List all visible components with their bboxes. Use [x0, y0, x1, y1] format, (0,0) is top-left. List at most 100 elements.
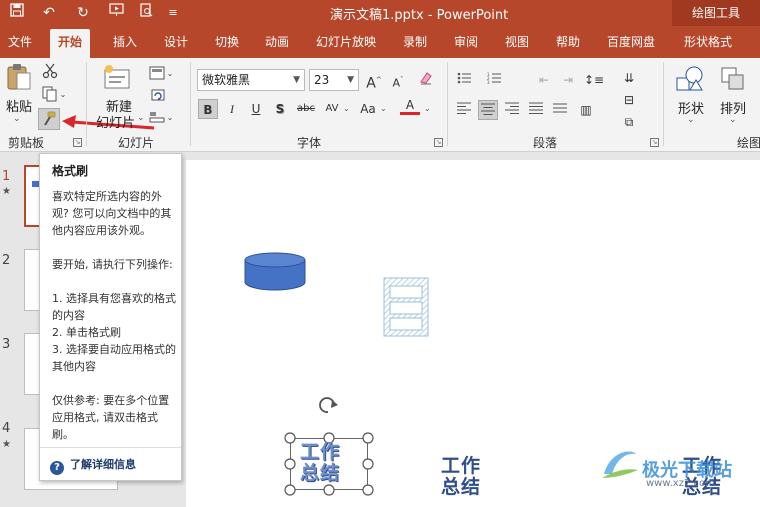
text-shadow-button[interactable]: S [270, 99, 290, 119]
tab-record[interactable]: 录制 [403, 26, 427, 58]
font-name-dropdown-icon[interactable]: ▼ [293, 70, 300, 90]
paste-dropdown-icon[interactable]: ⌄ [13, 114, 21, 124]
group-label-slides: 幻灯片 [118, 136, 155, 150]
tab-view[interactable]: 视图 [505, 26, 529, 58]
arrange-icon[interactable] [718, 64, 748, 94]
change-case-dropdown-icon[interactable]: ⌄ [380, 104, 387, 113]
paste-icon[interactable] [4, 62, 34, 92]
decrease-font-icon[interactable]: Aˇ [388, 70, 408, 90]
save-icon[interactable] [6, 3, 28, 23]
character-spacing-dropdown-icon[interactable]: ⌄ [343, 104, 350, 113]
cylinder-shape[interactable] [244, 252, 306, 292]
shapes-dropdown-icon[interactable]: ⌄ [687, 115, 695, 125]
cut-icon[interactable] [40, 62, 60, 80]
font-size-combo[interactable]: 23 ▼ [309, 69, 359, 91]
numbering-icon[interactable]: 123 [484, 70, 504, 90]
decrease-indent-icon[interactable]: ⇤ [534, 70, 554, 90]
tooltip-step-3: 3. 选择要自动应用格式的其他内容 [52, 343, 176, 373]
justify-icon[interactable] [526, 100, 546, 120]
slide-number: 3 [2, 337, 11, 352]
new-slide-dropdown-icon[interactable]: ⌄ [137, 113, 145, 123]
ribbon: 粘贴 ⌄ ⌄ 剪贴板 ↘ 新建 幻灯片 ⌄ ⌄ ⌄ 幻灯片 微软雅黑 ▼ 23 … [0, 58, 760, 152]
tooltip-start: 要开始, 请执行下列操作: [52, 258, 173, 271]
group-label-font: 字体 [297, 136, 322, 150]
tab-home[interactable]: 开始 [50, 29, 91, 58]
window-title: 演示文稿1.pptx - PowerPoint [330, 8, 509, 23]
underline-button[interactable]: U [246, 99, 266, 119]
print-preview-icon[interactable] [135, 3, 157, 23]
copy-icon[interactable]: ⌄ [40, 85, 68, 103]
ribbon-tabs: 文件 开始 插入 设计 切换 动画 幻灯片放映 录制 审阅 视图 帮助 百度网盘… [0, 26, 760, 58]
align-right-icon[interactable] [502, 100, 522, 120]
selected-wordart[interactable]: 工作 总结 [300, 442, 340, 484]
format-painter-tooltip: 格式刷 喜欢特定所选内容的外观? 您可以向文档中的其他内容应用该外观。 要开始,… [39, 153, 182, 481]
font-size-dropdown-icon[interactable]: ▼ [347, 70, 354, 90]
group-label-paragraph: 段落 [533, 136, 558, 150]
redo-icon[interactable]: ↻ [72, 3, 94, 23]
tab-slideshow[interactable]: 幻灯片放映 [316, 26, 376, 58]
tab-transitions[interactable]: 切换 [215, 26, 239, 58]
help-icon: ? [50, 461, 64, 475]
tab-file[interactable]: 文件 [8, 26, 32, 58]
tooltip-divider [40, 447, 181, 448]
font-name-combo[interactable]: 微软雅黑 ▼ [197, 69, 305, 91]
reset-icon[interactable] [148, 86, 168, 104]
increase-indent-icon[interactable]: ⇥ [558, 70, 578, 90]
strikethrough-button[interactable]: abc [294, 99, 318, 119]
distributed-icon[interactable] [550, 100, 570, 120]
italic-button[interactable]: I [222, 99, 242, 119]
tooltip-description: 喜欢特定所选内容的外观? 您可以向文档中的其他内容应用该外观。 [52, 190, 172, 237]
tab-design[interactable]: 设计 [164, 26, 188, 58]
wordart-line-2: 总结 [300, 462, 341, 484]
wordart-text[interactable]: 工作 总结 [441, 456, 481, 498]
layout-icon[interactable]: ⌄ [148, 64, 174, 82]
font-size-value: 23 [314, 73, 330, 87]
align-text-icon[interactable]: ⊟ [619, 90, 639, 110]
section-icon[interactable]: ⌄ [148, 108, 174, 126]
slide-canvas[interactable]: 工作 总结 工作 总结 工作 总结 极光下载站 www.xz7.com [186, 160, 760, 507]
slide-number: 2 [2, 253, 11, 268]
tab-review[interactable]: 审阅 [454, 26, 478, 58]
columns-icon[interactable]: ▥ [576, 100, 596, 120]
paragraph-launcher-icon[interactable]: ↘ [650, 138, 659, 147]
from-beginning-icon[interactable] [105, 3, 127, 23]
arrange-dropdown-icon[interactable]: ⌄ [729, 115, 737, 125]
tab-baidu-netdisk[interactable]: 百度网盘 [607, 26, 655, 58]
text-direction-icon[interactable]: ⇊ [619, 68, 639, 88]
font-color-dropdown-icon[interactable]: ⌄ [424, 104, 431, 113]
character-spacing-button[interactable]: AV [320, 99, 344, 119]
bold-button[interactable]: B [198, 99, 218, 119]
tab-animations[interactable]: 动画 [265, 26, 289, 58]
font-color-button[interactable]: A [400, 97, 420, 115]
svg-text:3: 3 [487, 80, 490, 84]
undo-icon[interactable]: ↶ [38, 3, 60, 23]
learn-more-link[interactable]: ? 了解详细信息 [50, 456, 136, 475]
tab-insert[interactable]: 插入 [113, 26, 137, 58]
customize-icon[interactable]: ≡ [162, 3, 184, 23]
new-slide-label-2[interactable]: 幻灯片 [96, 112, 135, 131]
tab-help[interactable]: 帮助 [556, 26, 580, 58]
tooltip-step-2: 2. 单击格式刷 [52, 326, 121, 339]
bullets-icon[interactable] [454, 70, 474, 90]
paste-button[interactable]: 粘贴 [6, 96, 32, 115]
increase-font-icon[interactable]: A^ [364, 70, 384, 92]
tooltip-title: 格式刷 [52, 164, 89, 178]
align-center-icon[interactable] [478, 100, 498, 120]
clear-formatting-icon[interactable] [416, 70, 436, 90]
format-painter-icon[interactable] [38, 108, 60, 130]
wordart-line-1: 工作 [300, 441, 341, 463]
tooltip-note: 仅供参考: 要在多个位置应用格式, 请双击格式刷。 [52, 394, 170, 441]
watermark-logo-icon [602, 451, 638, 478]
shapes-icon[interactable] [674, 64, 706, 94]
clipboard-launcher-icon[interactable]: ↘ [73, 138, 82, 147]
font-launcher-icon[interactable]: ↘ [434, 138, 443, 147]
align-left-icon[interactable] [454, 100, 474, 120]
smartart-icon[interactable]: ⧉ [619, 112, 639, 132]
tab-shape-format[interactable]: 形状格式 [684, 26, 732, 58]
group-separator [190, 62, 191, 146]
change-case-button[interactable]: Aa [356, 99, 380, 119]
line-spacing-icon[interactable]: ↕≡ [584, 70, 604, 90]
new-slide-icon[interactable] [100, 62, 134, 94]
hatched-shelf-shape[interactable] [382, 276, 430, 338]
tooltip-step-1: 1. 选择具有您喜欢的格式的内容 [52, 292, 176, 322]
